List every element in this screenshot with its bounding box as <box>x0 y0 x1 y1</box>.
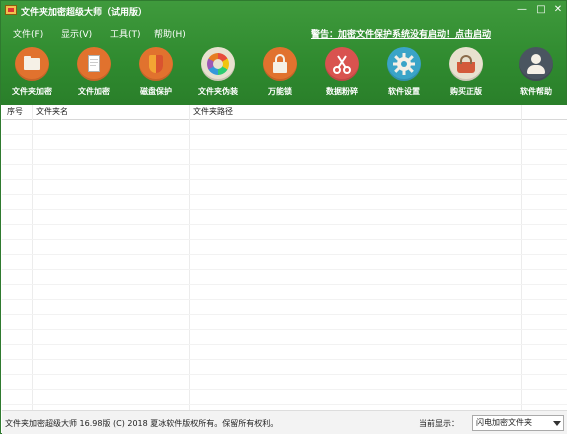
row-divider <box>2 359 567 360</box>
tool-label: 万能锁 <box>268 87 292 96</box>
user-icon <box>519 47 553 81</box>
row-divider <box>2 269 567 270</box>
tool-label: 购买正版 <box>450 87 482 96</box>
color-wheel-icon <box>201 47 235 81</box>
current-display-value: 闪电加密文件夹 <box>476 418 532 427</box>
tool-label: 软件设置 <box>388 87 420 96</box>
row-divider <box>2 209 567 210</box>
menu-help[interactable]: 帮助(H) <box>154 27 186 40</box>
scissors-icon <box>325 47 359 81</box>
folder-disguise-button[interactable]: 文件夹伪装 <box>187 47 249 97</box>
buy-license-button[interactable]: 购买正版 <box>435 47 497 97</box>
column-divider <box>32 105 33 410</box>
current-display-select[interactable]: 闪电加密文件夹 <box>472 415 564 431</box>
row-divider <box>2 149 567 150</box>
file-encrypt-button[interactable]: 文件加密 <box>63 47 125 97</box>
master-lock-button[interactable]: 万能锁 <box>249 47 311 97</box>
row-divider <box>2 329 567 330</box>
document-icon <box>77 47 111 81</box>
folder-table[interactable]: 序号 文件夹名 文件夹路径 <box>2 105 567 410</box>
toolbar: 文件夹加密 文件加密 磁盘保护 文件夹伪装 万能锁 数据粉碎 软件设置 购买正版… <box>1 47 566 103</box>
row-divider <box>2 134 567 135</box>
shield-icon <box>139 47 173 81</box>
row-divider <box>2 164 567 165</box>
app-logo-icon <box>5 5 17 15</box>
copyright-text: 文件夹加密超级大师 16.98版 (C) 2018 夏冰软件版权所有。保留所有权… <box>5 419 279 428</box>
disk-protect-button[interactable]: 磁盘保护 <box>125 47 187 97</box>
tool-label: 文件加密 <box>78 87 110 96</box>
row-divider <box>2 194 567 195</box>
status-bar: 文件夹加密超级大师 16.98版 (C) 2018 夏冰软件版权所有。保留所有权… <box>2 410 567 434</box>
column-header-folder-path[interactable]: 文件夹路径 <box>190 105 522 119</box>
current-display-label: 当前显示： <box>419 419 459 428</box>
data-shred-button[interactable]: 数据粉碎 <box>311 47 373 97</box>
basket-icon <box>449 47 483 81</box>
tool-label: 数据粉碎 <box>326 87 358 96</box>
row-divider <box>2 179 567 180</box>
folder-encrypt-button[interactable]: 文件夹加密 <box>1 47 63 97</box>
row-divider <box>2 389 567 390</box>
settings-button[interactable]: 软件设置 <box>373 47 435 97</box>
row-divider <box>2 374 567 375</box>
row-divider <box>2 284 567 285</box>
column-header-folder-name[interactable]: 文件夹名 <box>33 105 190 119</box>
row-divider <box>2 224 567 225</box>
tool-label: 文件夹伪装 <box>198 87 238 96</box>
row-divider <box>2 239 567 240</box>
maximize-button[interactable]: □ <box>532 1 550 17</box>
chevron-down-icon <box>553 421 561 426</box>
header-divider <box>2 119 567 120</box>
warning-link[interactable]: 警告：加密文件保护系统没有启动！点击启动 <box>311 27 491 40</box>
row-divider <box>2 314 567 315</box>
row-divider <box>2 344 567 345</box>
menu-view[interactable]: 显示(V) <box>61 27 92 40</box>
help-button[interactable]: 软件帮助 <box>505 47 567 97</box>
minimize-button[interactable]: — <box>513 1 531 17</box>
folder-icon <box>15 47 49 81</box>
row-divider <box>2 254 567 255</box>
top-banner: 文件夹加密超级大师（试用版） — □ ✕ 文件(F) 显示(V) 工具(T) 帮… <box>1 1 566 105</box>
menu-file[interactable]: 文件(F) <box>13 27 43 40</box>
window-title: 文件夹加密超级大师（试用版） <box>21 8 148 18</box>
lock-icon <box>263 47 297 81</box>
tool-label: 软件帮助 <box>520 87 552 96</box>
row-divider <box>2 404 567 405</box>
column-divider <box>189 105 190 410</box>
column-header-index[interactable]: 序号 <box>4 105 34 119</box>
tool-label: 文件夹加密 <box>12 87 52 96</box>
row-divider <box>2 299 567 300</box>
close-button[interactable]: ✕ <box>550 1 566 17</box>
gear-icon <box>387 47 421 81</box>
tool-label: 磁盘保护 <box>140 87 172 96</box>
app-window: 文件夹加密超级大师（试用版） — □ ✕ 文件(F) 显示(V) 工具(T) 帮… <box>0 0 567 434</box>
column-divider <box>521 105 522 410</box>
menu-tools[interactable]: 工具(T) <box>110 27 141 40</box>
